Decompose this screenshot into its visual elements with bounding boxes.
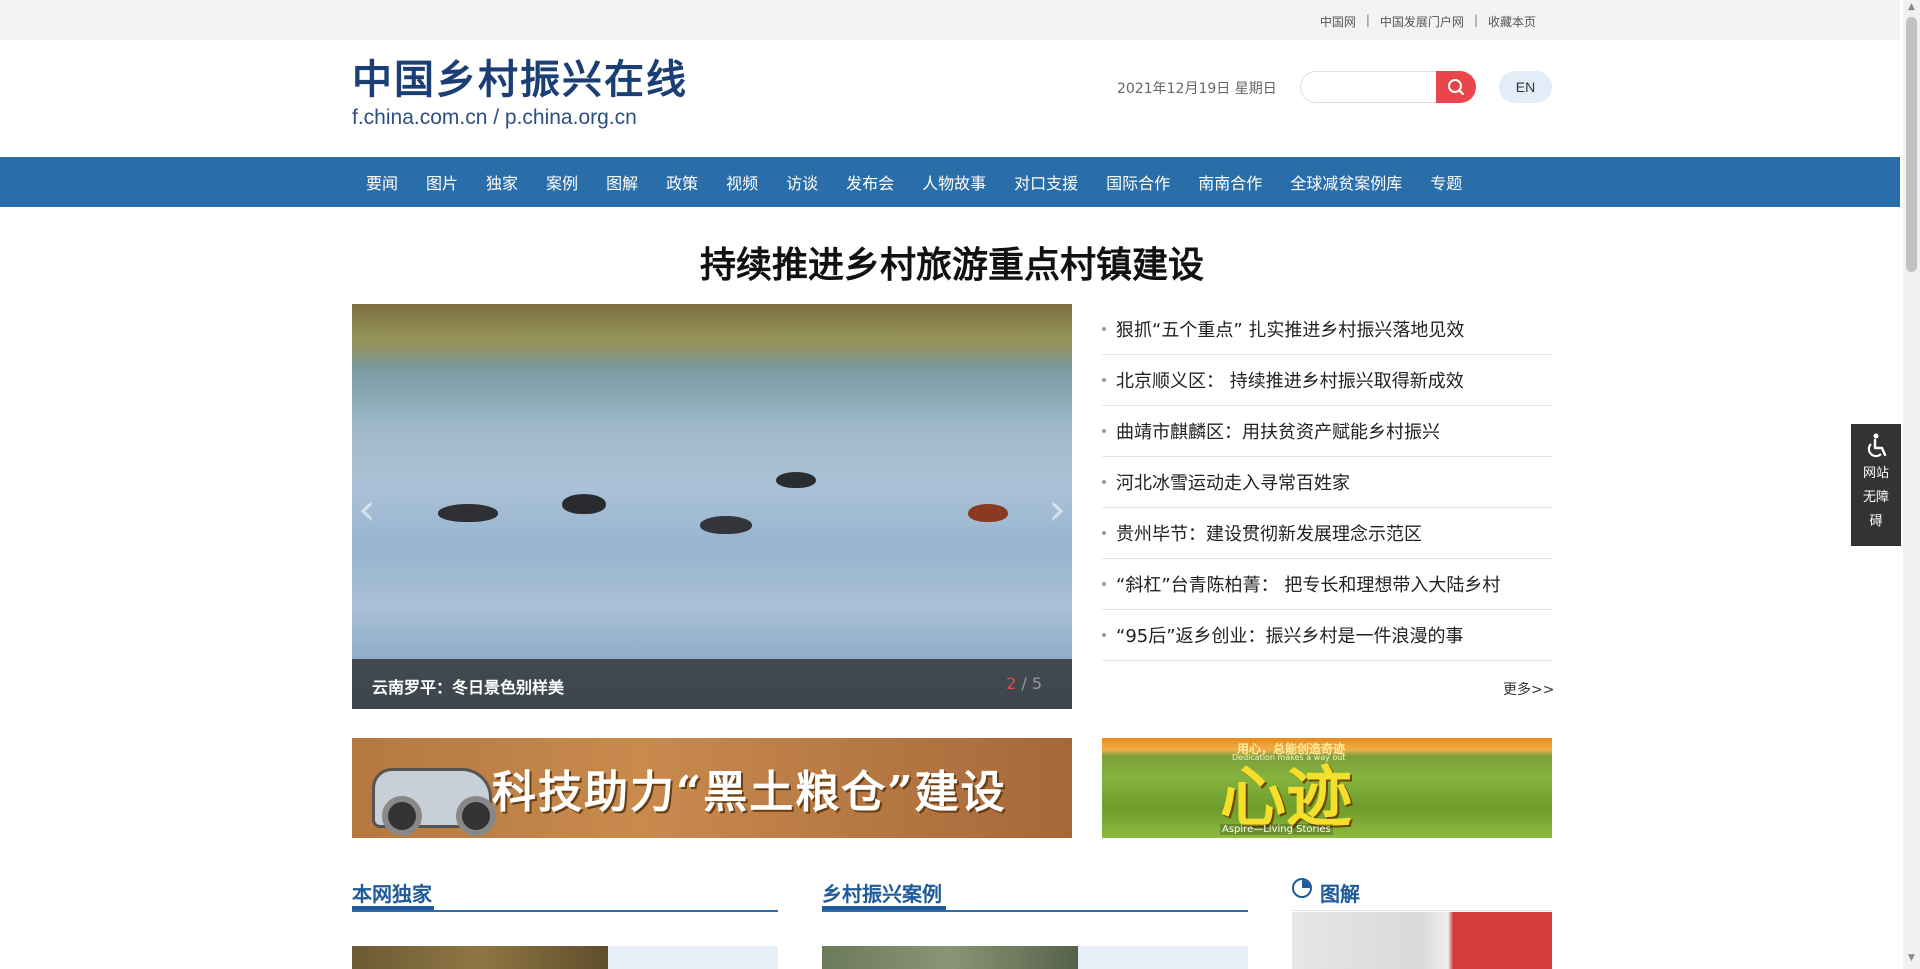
slider-image-bird — [562, 494, 606, 514]
bullet-icon — [1102, 582, 1106, 586]
top-links: 中国网 | 中国发展门户网 | 收藏本页 — [1320, 13, 1536, 30]
slider-caption[interactable]: 云南罗平：冬日景色别样美 — [372, 674, 564, 698]
nav-item-cases[interactable]: 案例 — [532, 170, 592, 194]
nav-item-poverty-case-library[interactable]: 全球减贫案例库 — [1276, 170, 1416, 194]
slider-next-arrow[interactable]: › — [1048, 484, 1066, 535]
bullet-icon — [1102, 378, 1106, 382]
news-item[interactable]: “95后”返乡创业：振兴乡村是一件浪漫的事 — [1102, 610, 1552, 661]
english-version-button[interactable]: EN — [1499, 71, 1552, 103]
nav-item-graphics[interactable]: 图解 — [592, 170, 652, 194]
news-item-title[interactable]: 曲靖市麒麟区：用扶贫资产赋能乡村振兴 — [1116, 418, 1440, 444]
wheelchair-icon — [1867, 433, 1887, 458]
slider-total: 5 — [1031, 674, 1042, 693]
robot-wheel — [382, 796, 422, 836]
section-title-cases[interactable]: 乡村振兴案例 — [822, 878, 942, 907]
news-item-title[interactable]: “斜杠”台青陈柏菁： 把专长和理想带入大陆乡村 — [1116, 571, 1500, 597]
slider-prev-arrow[interactable]: ‹ — [358, 484, 376, 535]
bullet-icon — [1102, 531, 1106, 535]
news-list: 狠抓“五个重点” 扎实推进乡村振兴落地见效 北京顺义区： 持续推进乡村振兴取得新… — [1102, 304, 1552, 661]
news-item-title[interactable]: “95后”返乡创业：振兴乡村是一件浪漫的事 — [1116, 622, 1464, 648]
accessibility-widget[interactable]: 网站 无障 碍 — [1851, 424, 1901, 546]
section-divider — [822, 910, 1248, 912]
nav-item-interviews[interactable]: 访谈 — [772, 170, 832, 194]
banner2-subtitle: Aspire—Living Stories — [1220, 824, 1333, 835]
news-item[interactable]: “斜杠”台青陈柏菁： 把专长和理想带入大陆乡村 — [1102, 559, 1552, 610]
graphics-thumbnail[interactable] — [1292, 912, 1552, 969]
top-utility-bar: 中国网 | 中国发展门户网 | 收藏本页 — [0, 0, 1900, 40]
nav-item-press-conference[interactable]: 发布会 — [832, 170, 908, 194]
link-china-development-portal[interactable]: 中国发展门户网 — [1380, 13, 1464, 30]
bullet-icon — [1102, 480, 1106, 484]
section-underline — [352, 906, 434, 910]
banner-aspire-living-stories[interactable]: 用心，总能创造奇迹 Dedication makes a way out 心迹 … — [1102, 738, 1552, 838]
news-item[interactable]: 曲靖市麒麟区：用扶贫资产赋能乡村振兴 — [1102, 406, 1552, 457]
scroll-down-arrow[interactable]: ▼ — [1906, 953, 1917, 967]
bullet-icon — [1102, 429, 1106, 433]
nav-item-policy[interactable]: 政策 — [652, 170, 712, 194]
accessibility-label-line1: 网站 — [1862, 466, 1889, 481]
nav-item-video[interactable]: 视频 — [712, 170, 772, 194]
site-logo[interactable]: 中国乡村振兴在线 — [352, 56, 688, 104]
section-title-graphics[interactable]: 图解 — [1320, 878, 1360, 907]
cases-thumbnail[interactable] — [822, 946, 1078, 969]
nav-item-photos[interactable]: 图片 — [412, 170, 472, 194]
nav-item-exclusive[interactable]: 独家 — [472, 170, 532, 194]
nav-item-special-topics[interactable]: 专题 — [1416, 170, 1476, 194]
separator: | — [1365, 13, 1370, 27]
link-china-net[interactable]: 中国网 — [1320, 13, 1356, 30]
nav-item-south-south-cooperation[interactable]: 南南合作 — [1184, 170, 1276, 194]
exclusive-item-text-box[interactable] — [608, 946, 778, 969]
news-item[interactable]: 北京顺义区： 持续推进乡村振兴取得新成效 — [1102, 355, 1552, 406]
photo-slider[interactable]: ‹ › 云南罗平：冬日景色别样美 2 / 5 — [352, 304, 1072, 709]
link-bookmark-page[interactable]: 收藏本页 — [1488, 13, 1536, 30]
more-news-link[interactable]: 更多>> — [1503, 679, 1554, 699]
pie-chart-icon — [1292, 878, 1312, 898]
separator: | — [1473, 13, 1478, 27]
robot-wheel — [456, 796, 496, 836]
bullet-icon — [1102, 327, 1106, 331]
search-icon — [1448, 79, 1464, 95]
accessibility-label-line2: 无障 — [1862, 490, 1889, 505]
search-button[interactable] — [1436, 71, 1476, 103]
slider-image-bird — [776, 472, 816, 488]
search-input[interactable] — [1300, 71, 1440, 103]
slider-pager: 2 / 5 — [1006, 674, 1042, 693]
slider-image-bird — [700, 516, 752, 534]
news-item[interactable]: 狠抓“五个重点” 扎实推进乡村振兴落地见效 — [1102, 304, 1552, 355]
section-divider — [352, 910, 778, 912]
scrollbar-thumb[interactable] — [1906, 17, 1917, 272]
section-title-exclusive[interactable]: 本网独家 — [352, 878, 432, 907]
news-item[interactable]: 贵州毕节：建设贯彻新发展理念示范区 — [1102, 508, 1552, 559]
scroll-up-arrow[interactable]: ▲ — [1906, 2, 1917, 16]
slider-image-bird — [968, 504, 1008, 522]
nav-item-international-cooperation[interactable]: 国际合作 — [1092, 170, 1184, 194]
accessibility-label-line3: 碍 — [1869, 514, 1883, 529]
section-underline — [822, 906, 946, 910]
section-divider — [1292, 910, 1552, 911]
news-item-title[interactable]: 北京顺义区： 持续推进乡村振兴取得新成效 — [1116, 367, 1464, 393]
slider-image-reeds — [352, 304, 1072, 364]
news-item-title[interactable]: 狠抓“五个重点” 扎实推进乡村振兴落地见效 — [1116, 316, 1464, 342]
nav-item-news[interactable]: 要闻 — [352, 170, 412, 194]
site-logo-url[interactable]: f.china.com.cn / p.china.org.cn — [352, 106, 637, 130]
banner1-title: 科技助力“黑土粮仓”建设 — [492, 767, 1007, 818]
news-item-title[interactable]: 河北冰雪运动走入寻常百姓家 — [1116, 469, 1350, 495]
main-nav: 要闻 图片 独家 案例 图解 政策 视频 访谈 发布会 人物故事 对口支援 国际… — [0, 157, 1900, 207]
slider-caption-bar: 云南罗平：冬日景色别样美 2 / 5 — [352, 659, 1072, 709]
slider-pager-separator: / — [1016, 674, 1032, 693]
slider-current-index: 2 — [1006, 674, 1017, 693]
nav-item-people-stories[interactable]: 人物故事 — [908, 170, 1000, 194]
banner2-title: 心迹 — [1220, 758, 1352, 836]
cases-item-text-box[interactable] — [1078, 946, 1248, 969]
slider-image-bird — [438, 504, 498, 522]
current-date: 2021年12月19日 星期日 — [1117, 81, 1277, 97]
news-item[interactable]: 河北冰雪运动走入寻常百姓家 — [1102, 457, 1552, 508]
bullet-icon — [1102, 633, 1106, 637]
exclusive-thumbnail[interactable] — [352, 946, 608, 969]
headline-link[interactable]: 持续推进乡村旅游重点村镇建设 — [352, 236, 1552, 288]
nav-item-paired-assistance[interactable]: 对口支援 — [1000, 170, 1092, 194]
news-item-title[interactable]: 贵州毕节：建设贯彻新发展理念示范区 — [1116, 520, 1422, 546]
banner-black-soil-granary[interactable]: 科技助力“黑土粮仓”建设 — [352, 738, 1072, 838]
